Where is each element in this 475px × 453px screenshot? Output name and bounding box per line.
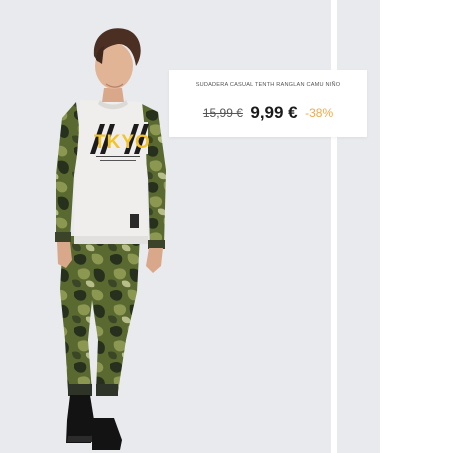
product-info-card[interactable]: SUDADERA CASUAL TENTH RANGLAN CAMU NIÑO … <box>169 70 367 137</box>
model-photo: TKYO <box>55 28 166 450</box>
next-product-image-edge[interactable] <box>337 0 380 453</box>
print-text: TKYO <box>94 132 151 153</box>
discount-badge: -38% <box>305 106 334 120</box>
current-price: 9,99 € <box>250 103 298 122</box>
price-row: 15,99 € 9,99 € -38% <box>169 103 367 123</box>
product-name[interactable]: SUDADERA CASUAL TENTH RANGLAN CAMU NIÑO <box>169 82 367 88</box>
product-image[interactable]: TKYO <box>0 0 331 453</box>
old-price: 15,99 € <box>202 106 243 120</box>
